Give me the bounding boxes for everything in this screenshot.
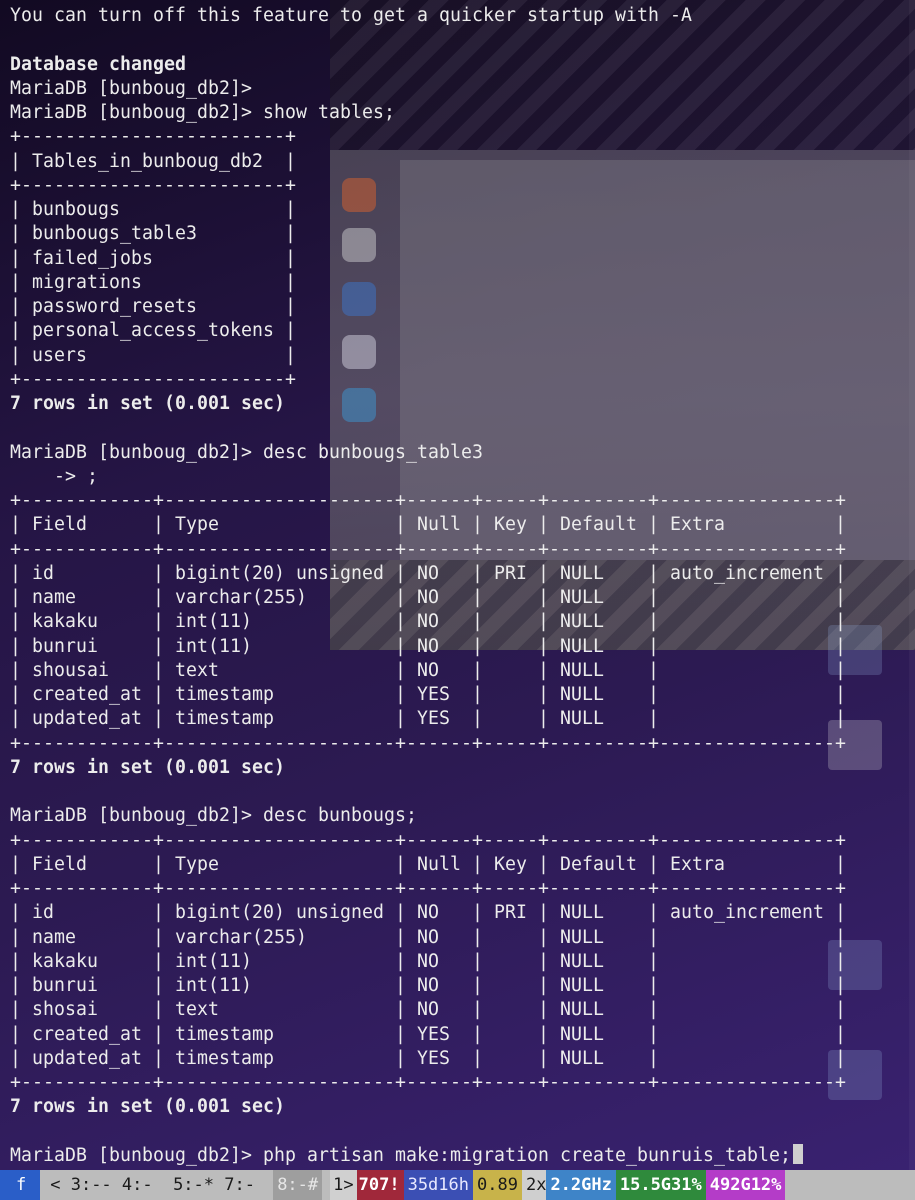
terminal-line: | created_at | timestamp | YES | | NULL …	[10, 684, 846, 705]
status-fill	[785, 1170, 915, 1200]
terminal-line: Database changed	[10, 53, 186, 75]
terminal-line: +------------------------+	[10, 368, 296, 390]
history-count-badge: 707!	[356, 1170, 404, 1200]
terminal-line: | bunrui | int(11) | NO | | NULL | |	[10, 975, 846, 996]
terminal-line: +------------+---------------------+----…	[10, 829, 846, 851]
terminal-output: You can turn off this feature to get a q…	[0, 0, 915, 1168]
terminal-line: | Field | Type | Null | Key | Default | …	[10, 514, 846, 536]
terminal-line: +------------+---------------------+----…	[10, 538, 846, 560]
terminal-line: +------------+---------------------+----…	[10, 878, 846, 899]
terminal-line: | shousai | text | NO | | NULL | |	[10, 659, 846, 681]
terminal-line: | personal_access_tokens |	[10, 320, 296, 342]
terminal-line: | kakaku | int(11) | NO | | NULL | |	[10, 611, 846, 633]
terminal-line: You can turn off this feature to get a q…	[10, 5, 692, 26]
terminal-line: | name | varchar(255) | NO | | NULL | |	[10, 587, 846, 608]
load-badge: 0.89	[473, 1170, 522, 1200]
terminal-line: +------------+---------------------+----…	[10, 1072, 846, 1093]
terminal-line: | updated_at | timestamp | YES | | NULL …	[10, 708, 846, 730]
terminal-line: | bunrui | int(11) | NO | | NULL | |	[10, 635, 846, 657]
terminal-line: | users |	[10, 344, 296, 366]
terminal-line: MariaDB [bunboug_db2]> desc bunbougs_tab…	[10, 441, 483, 463]
cpu-count: 2x	[521, 1170, 547, 1200]
pane-count-prefix: 1>	[330, 1170, 357, 1200]
cpu-freq-badge: 2.2GHz	[546, 1170, 616, 1200]
tmux-status-bar: f < 3:-- 4:- 5:-* 7:- 8:-# 1> 707! 35d16…	[0, 1170, 915, 1200]
terminal-line: | bunbougs |	[10, 199, 296, 220]
terminal-line: -> ;	[10, 465, 98, 487]
session-name[interactable]: f	[0, 1170, 41, 1200]
terminal-line: | id | bigint(20) unsigned | NO | PRI | …	[10, 902, 846, 924]
current-window[interactable]: 8:-#	[273, 1170, 323, 1200]
terminal-line: +------------+---------------------+----…	[10, 490, 846, 511]
terminal-line: MariaDB [bunboug_db2]> show tables;	[10, 102, 395, 123]
terminal-line: | bunbougs_table3 |	[10, 223, 296, 245]
terminal-line: MariaDB [bunboug_db2]>	[10, 77, 252, 99]
terminal-line: | name | varchar(255) | NO | | NULL | |	[10, 926, 846, 948]
terminal-line: | Tables_in_bunboug_db2 |	[10, 150, 296, 172]
uptime-badge: 35d16h	[403, 1170, 473, 1200]
terminal-line: +------------------------+	[10, 174, 296, 196]
command-prompt-line[interactable]: MariaDB [bunboug_db2]> php artisan make:…	[10, 1143, 915, 1168]
command-input[interactable]: MariaDB [bunboug_db2]> php artisan make:…	[10, 1145, 791, 1166]
terminal-line: | id | bigint(20) unsigned | NO | PRI | …	[10, 562, 846, 584]
terminal-line: | shosai | text | NO | | NULL | |	[10, 999, 846, 1021]
terminal-line: | migrations |	[10, 271, 296, 293]
terminal-line: | updated_at | timestamp | YES | | NULL …	[10, 1047, 846, 1069]
terminal-line: 7 rows in set (0.001 sec)	[10, 756, 285, 778]
memory-badge: 15.5G31%	[615, 1170, 706, 1200]
window-list[interactable]: < 3:-- 4:- 5:-* 7:-	[40, 1170, 273, 1200]
terminal-line: | created_at | timestamp | YES | | NULL …	[10, 1023, 846, 1045]
disk-badge: 492G12%	[705, 1170, 786, 1200]
terminal-line: | password_resets |	[10, 296, 296, 317]
terminal-line: | failed_jobs |	[10, 247, 296, 269]
text-cursor	[793, 1143, 803, 1164]
terminal-line: +------------+---------------------+----…	[10, 732, 846, 754]
terminal-line: | Field | Type | Null | Key | Default | …	[10, 853, 846, 875]
terminal-line: 7 rows in set (0.001 sec)	[10, 1096, 285, 1118]
terminal-window[interactable]: You can turn off this feature to get a q…	[0, 0, 915, 1170]
terminal-line: 7 rows in set (0.001 sec)	[10, 393, 285, 414]
terminal-line: MariaDB [bunboug_db2]> desc bunbougs;	[10, 805, 417, 827]
terminal-line: | kakaku | int(11) | NO | | NULL | |	[10, 950, 846, 972]
status-spacer	[322, 1170, 330, 1200]
terminal-line: +------------------------+	[10, 126, 296, 148]
